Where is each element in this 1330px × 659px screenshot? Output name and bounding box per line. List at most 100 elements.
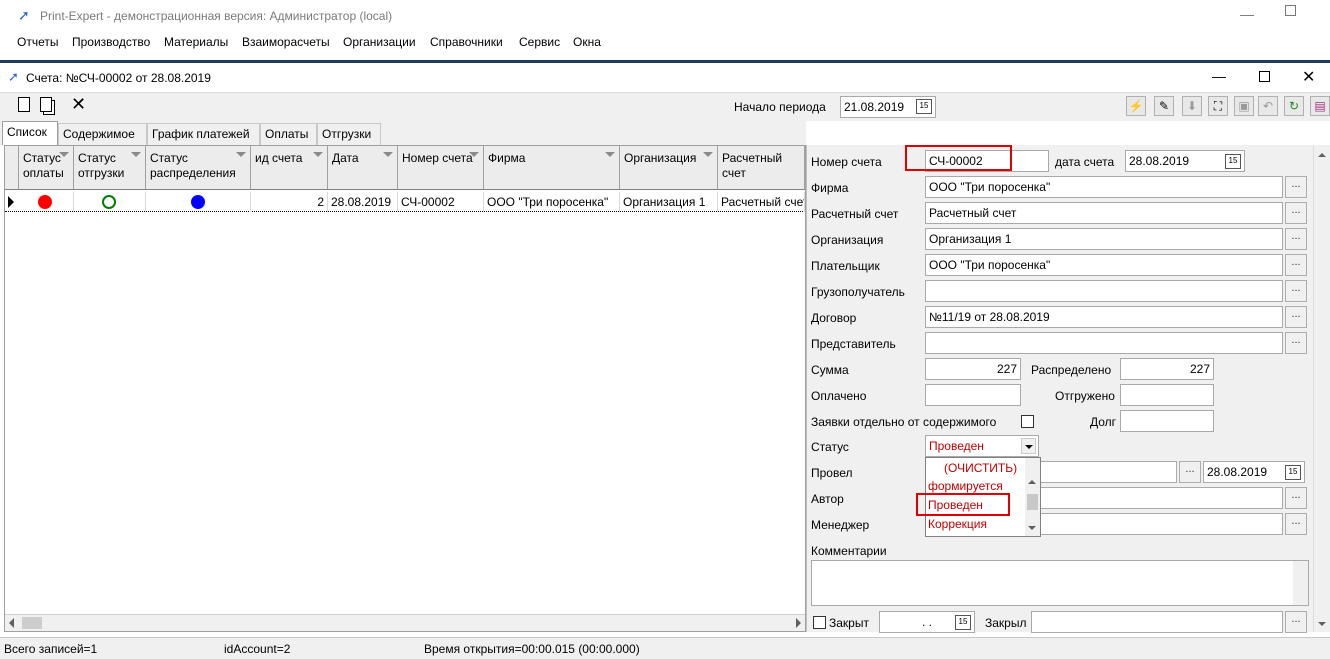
rep-lookup-button[interactable]: ...: [1285, 332, 1307, 354]
tab-shipments[interactable]: Отгрузки: [317, 123, 381, 145]
closed-checkbox[interactable]: [813, 616, 826, 629]
consignee-field[interactable]: [925, 280, 1283, 302]
new-document-icon[interactable]: [18, 97, 30, 112]
tab-list[interactable]: Список: [2, 121, 58, 145]
scroll-left-icon[interactable]: [9, 618, 14, 628]
edit-icon[interactable]: ✎: [1154, 96, 1174, 116]
delete-icon[interactable]: ✕: [71, 94, 86, 115]
rep-field[interactable]: [925, 332, 1283, 354]
save-icon[interactable]: ▣: [1234, 96, 1254, 116]
status-option-clear[interactable]: (ОЧИСТИТЬ): [944, 461, 1017, 475]
menu-materials[interactable]: Материалы: [164, 35, 228, 49]
window-close-icon[interactable]: ✕: [1302, 67, 1315, 87]
account-field[interactable]: Расчетный счет: [925, 202, 1283, 224]
column-header-id[interactable]: ид счета: [251, 146, 328, 190]
undo-icon[interactable]: ↶: [1258, 96, 1278, 116]
tab-payments[interactable]: Оплаты: [260, 123, 317, 145]
menu-windows[interactable]: Окна: [573, 35, 601, 49]
column-header-number[interactable]: Номер счета: [398, 146, 484, 190]
scroll-thumb[interactable]: [22, 617, 42, 629]
conducted-date-field[interactable]: 28.08.2019 15: [1203, 461, 1305, 483]
closed-by-field[interactable]: [1031, 611, 1283, 633]
author-lookup-button[interactable]: ...: [1285, 487, 1307, 509]
calendar-icon[interactable]: 15: [955, 615, 971, 630]
chevron-down-icon[interactable]: [1021, 438, 1036, 454]
firm-lookup-button[interactable]: ...: [1285, 176, 1307, 198]
menu-directories[interactable]: Справочники: [430, 35, 503, 49]
copy-document-icon[interactable]: [40, 97, 52, 112]
contract-field[interactable]: №11/19 от 28.08.2019: [925, 306, 1283, 328]
tab-strip: Список Содержимое График платежей Оплаты…: [0, 121, 806, 145]
cell-shipment-status: [74, 192, 146, 212]
payer-lookup-button[interactable]: ...: [1285, 254, 1307, 276]
tab-payment-schedule[interactable]: График платежей: [147, 123, 260, 145]
export-icon[interactable]: ⬇: [1182, 96, 1202, 116]
cell-payment-status: [19, 192, 74, 212]
sum-field[interactable]: 227: [925, 358, 1021, 380]
status-option-correction[interactable]: Коррекция: [928, 517, 987, 531]
column-header-payment-status[interactable]: Статус оплаты: [19, 146, 74, 190]
table-row[interactable]: 2 28.08.2019 СЧ-00002 ООО "Три поросенка…: [5, 192, 805, 212]
comments-field[interactable]: [811, 560, 1309, 606]
shipped-field[interactable]: [1120, 384, 1214, 406]
period-start-field[interactable]: 21.08.2019 15: [840, 96, 936, 118]
paid-label: Оплачено: [811, 389, 867, 403]
contract-lookup-button[interactable]: ...: [1285, 306, 1307, 328]
column-header-account[interactable]: Расчетный счет: [718, 146, 805, 190]
column-header-firm[interactable]: Фирма: [484, 146, 620, 190]
menu-organizations[interactable]: Организации: [343, 35, 416, 49]
minimize-button[interactable]: —: [1240, 6, 1254, 22]
manager-lookup-button[interactable]: ...: [1285, 513, 1307, 535]
horizontal-scrollbar[interactable]: [5, 614, 805, 631]
closed-date-field[interactable]: . . 15: [879, 611, 975, 633]
menu-reports[interactable]: Отчеты: [17, 35, 58, 49]
calendar-icon[interactable]: 15: [1225, 154, 1241, 169]
menu-service[interactable]: Сервис: [519, 35, 560, 49]
scroll-right-icon[interactable]: [796, 618, 801, 628]
contract-label: Договор: [811, 311, 857, 325]
status-select[interactable]: Проведен: [925, 435, 1039, 457]
conducted-lookup-button[interactable]: ...: [1179, 461, 1201, 483]
menu-production[interactable]: Производство: [72, 35, 150, 49]
manager-label: Менеджер: [811, 518, 870, 532]
separate-checkbox[interactable]: [1021, 415, 1034, 428]
status-option-forming[interactable]: формируется: [928, 479, 1003, 493]
maximize-button[interactable]: [1285, 5, 1296, 16]
consignee-lookup-button[interactable]: ...: [1285, 280, 1307, 302]
dropdown-scrollbar[interactable]: [1025, 458, 1040, 536]
form-vertical-scrollbar[interactable]: [1313, 145, 1330, 632]
debt-field[interactable]: [1120, 410, 1214, 432]
binoculars-icon[interactable]: ⛶: [1208, 96, 1228, 116]
author-label: Автор: [811, 492, 844, 506]
distribution-status-dot: [191, 195, 205, 209]
flash-icon[interactable]: ⚡: [1126, 96, 1146, 116]
calendar-icon[interactable]: 15: [916, 99, 932, 114]
calendar-icon[interactable]: 15: [1285, 465, 1301, 480]
payer-field[interactable]: ООО "Три поросенка": [925, 254, 1283, 276]
period-label: Начало периода: [734, 100, 826, 114]
window-minimize-button[interactable]: —: [1212, 68, 1226, 84]
org-field[interactable]: Организация 1: [925, 228, 1283, 250]
scroll-up-icon[interactable]: [1318, 153, 1326, 157]
books-icon[interactable]: ▤: [1310, 96, 1330, 116]
status-label: Статус: [811, 440, 849, 454]
column-header-organization[interactable]: Организация: [620, 146, 718, 190]
menu-settlements[interactable]: Взаиморасчеты: [242, 35, 330, 49]
scroll-down-icon[interactable]: [1318, 622, 1326, 626]
window-maximize-button[interactable]: [1259, 71, 1270, 82]
column-header-distribution-status[interactable]: Статус распределения: [146, 146, 251, 190]
account-lookup-button[interactable]: ...: [1285, 202, 1307, 224]
distributed-field[interactable]: 227: [1120, 358, 1214, 380]
refresh-icon[interactable]: ↻: [1284, 96, 1304, 116]
column-header-shipment-status[interactable]: Статус отгрузки: [74, 146, 146, 190]
paid-field[interactable]: [925, 384, 1021, 406]
column-header-date[interactable]: Дата: [328, 146, 398, 190]
tab-contents[interactable]: Содержимое: [58, 123, 147, 145]
org-lookup-button[interactable]: ...: [1285, 228, 1307, 250]
firm-field[interactable]: ООО "Три поросенка": [925, 176, 1283, 198]
comments-scrollbar[interactable]: [1293, 561, 1308, 605]
date-field[interactable]: 28.08.2019 15: [1125, 150, 1245, 172]
closed-by-lookup-button[interactable]: ...: [1285, 611, 1307, 633]
sort-arrow-icon: [469, 152, 479, 157]
shipment-status-ring: [102, 195, 116, 209]
